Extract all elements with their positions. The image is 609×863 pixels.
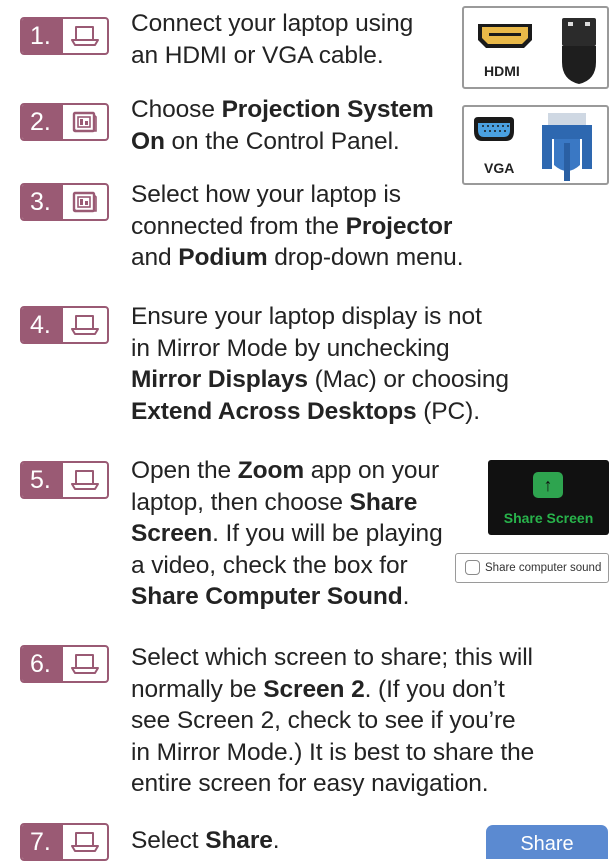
step-text: Choose Projection System On on the Contro… [131,94,434,157]
text-run: in Mirror Mode.) It is best to share the [131,738,535,766]
step-text: Open the Zoom app on your laptop, then ch… [131,455,443,613]
bold-text: Mirror Displays [131,366,308,393]
step-number: 6. [22,647,63,681]
bold-text: Projector [345,212,453,240]
text-run: Choose [131,96,222,123]
step-number: 2. [22,105,63,139]
share-computer-sound-label: Share computer sound [485,562,602,574]
bold-text: Projection System [221,96,434,123]
laptop-icon [63,19,107,53]
step-badge: 3. [20,183,109,221]
text-run: . [402,583,410,610]
share-button[interactable]: Share [486,825,608,859]
text-line: Connect your laptop using [131,8,413,40]
text-run: (PC). [416,397,480,425]
text-run: Select which screen to share; this will [131,644,533,671]
text-line: Extend Across Desktops (PC). [131,396,509,428]
text-line: Mirror Displays (Mac) or choosing [131,364,509,396]
step-badge: 1. [20,17,109,55]
text-run: . (If you don’t [364,675,505,703]
control-panel-icon [63,105,107,139]
bold-text: Share [205,827,273,854]
text-line: Select Share. [131,825,280,857]
bold-text: Podium [178,244,268,271]
vga-label: VGA [484,160,515,176]
arrow-up-icon: ↑ [533,472,563,498]
share-computer-sound-checkbox[interactable]: Share computer sound [455,553,609,583]
text-run: on the Control Panel. [164,127,400,155]
text-run: Select how your laptop is [131,181,401,208]
text-run: laptop, then choose [131,488,350,516]
step-number: 1. [22,19,63,53]
step-badge: 6. [20,645,109,683]
step-number: 5. [22,463,63,497]
text-line: Ensure your laptop display is not [131,301,509,333]
bold-text: Share [349,488,418,516]
checkbox-icon[interactable] [465,560,480,575]
text-line: Share Computer Sound. [131,581,443,613]
bold-text: Zoom [237,457,304,484]
text-line: and Podium drop-down menu. [131,242,464,274]
text-line: normally be Screen 2. (If you don’t [131,674,534,706]
text-run: in Mirror Mode by unchecking [131,334,450,362]
step-number: 7. [22,825,63,859]
text-run: Connect your laptop using [131,10,414,37]
text-run: drop-down menu. [267,244,464,271]
text-run: app on your [304,457,440,484]
text-line: Select which screen to share; this will [131,642,534,674]
text-run: entire screen for easy navigation. [131,770,489,797]
text-run: normally be [131,675,264,703]
text-run: Open the [131,457,238,484]
text-run: an HDMI or VGA cable. [131,41,384,69]
bold-text: Screen [131,520,213,547]
text-line: in Mirror Mode.) It is best to share the [131,737,534,769]
zoom-share-screen-label: Share Screen [503,510,594,526]
bold-text: Extend Across Desktops [131,397,417,425]
text-run: . If you will be playing [212,520,443,547]
zoom-share-screen-image: ↑ Share Screen [488,460,609,535]
step-badge: 7. [20,823,109,861]
hdmi-label: HDMI [484,63,520,79]
text-line: Select how your laptop is [131,179,463,211]
text-line: Choose Projection System [131,94,434,126]
step-text: Select how your laptop is connected from … [131,179,464,274]
text-run: see Screen 2, check to see if you’re [131,707,516,734]
text-line: laptop, then choose Share [131,487,443,519]
step-number: 3. [22,185,63,219]
text-line: Open the Zoom app on your [131,455,443,487]
text-run: and [131,244,179,271]
vga-connector-image: VGA [462,105,609,185]
text-run: (Mac) or choosing [307,366,509,393]
text-run: . [272,827,280,854]
text-line: an HDMI or VGA cable. [131,40,413,72]
bold-text: On [131,127,165,155]
text-line: connected from the Projector [131,211,463,243]
step-text: Select Share. [131,825,280,857]
text-run: Ensure your laptop display is not [131,303,482,330]
step-text: Select which screen to share; this will n… [131,642,534,800]
laptop-icon [63,825,107,859]
text-run: connected from the [131,212,346,240]
control-panel-icon [63,185,107,219]
laptop-icon [63,308,107,342]
text-line: see Screen 2, check to see if you’re [131,705,534,737]
text-line: entire screen for easy navigation. [131,768,534,800]
text-line: On on the Control Panel. [131,126,434,158]
laptop-icon [63,647,107,681]
bold-text: Screen 2 [263,675,365,703]
step-text: Connect your laptop using an HDMI or VGA … [131,8,413,71]
text-line: in Mirror Mode by unchecking [131,333,509,365]
text-run: a video, check the box for [131,551,408,579]
step-number: 4. [22,308,63,342]
text-line: Screen. If you will be playing [131,518,443,550]
step-badge: 4. [20,306,109,344]
bold-text: Share Computer Sound [131,583,403,610]
hdmi-connector-image: HDMI [462,6,609,89]
step-badge: 5. [20,461,109,499]
text-run: Select [131,827,206,854]
text-line: a video, check the box for [131,550,443,582]
step-text: Ensure your laptop display is not in Mirr… [131,301,509,427]
laptop-icon [63,463,107,497]
step-badge: 2. [20,103,109,141]
